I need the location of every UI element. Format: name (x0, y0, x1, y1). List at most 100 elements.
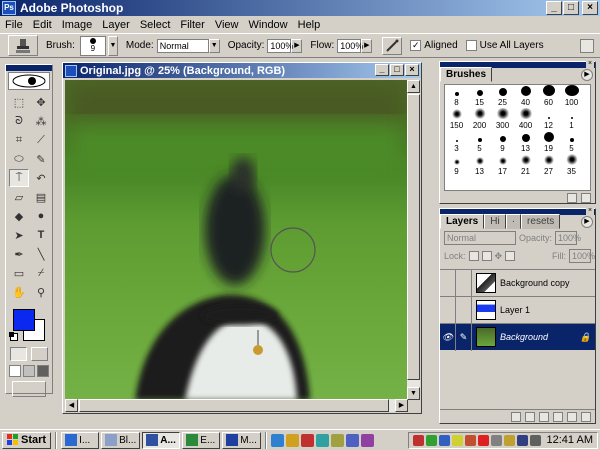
explorer-icon[interactable] (330, 433, 344, 447)
brush-preset[interactable]: 5 (468, 131, 491, 154)
airbrush-button[interactable] (382, 36, 403, 55)
menu-select[interactable]: Select (135, 19, 176, 31)
menu-help[interactable]: Help (293, 19, 326, 31)
desktop-icon[interactable] (315, 433, 329, 447)
lock-position-icon[interactable]: ✥ (495, 251, 503, 262)
brush-preset[interactable]: 9 (491, 131, 514, 154)
layers-panel-menu-button[interactable]: ▶ (581, 216, 593, 228)
brush-preset[interactable]: 13 (468, 154, 491, 177)
horizontal-scrollbar[interactable]: ◀ ▶ (65, 399, 408, 412)
layer-row[interactable]: 👁 ✎ Background 🔒 (440, 323, 595, 351)
task-button[interactable]: E... (182, 431, 221, 449)
brush-preset[interactable]: 21 (514, 154, 537, 177)
slice-tool-icon[interactable]: ⟋ (31, 131, 51, 149)
tab-tool-presets[interactable]: resets (521, 214, 561, 229)
mode-dropdown-button[interactable]: ▼ (208, 38, 220, 53)
tray-icon[interactable] (516, 434, 528, 446)
menu-window[interactable]: Window (244, 19, 293, 31)
tray-icon[interactable] (412, 434, 424, 446)
media-icon[interactable] (300, 433, 314, 447)
tab-history[interactable]: Hi (484, 214, 506, 229)
use-all-layers-checkbox[interactable] (465, 40, 477, 51)
brush-preset[interactable]: 300 (491, 108, 514, 131)
layer-row[interactable]: Background copy (440, 269, 595, 297)
move-tool-icon[interactable]: ✥ (31, 93, 51, 111)
brush-preset-preview[interactable]: 9 (79, 35, 106, 56)
music-icon[interactable] (360, 433, 374, 447)
gradient-tool-icon[interactable]: ▤ (31, 188, 51, 206)
menu-layer[interactable]: Layer (97, 19, 135, 31)
screen-mode-full-icon[interactable] (37, 365, 49, 377)
brush-preset[interactable]: 60 (537, 85, 560, 108)
eraser-tool-icon[interactable]: ▱ (9, 188, 29, 206)
tray-icon[interactable] (438, 434, 450, 446)
adobe-online-button[interactable] (8, 72, 50, 90)
maximize-button[interactable]: □ (563, 1, 579, 15)
minimize-button[interactable]: _ (546, 1, 562, 15)
lasso-tool-icon[interactable]: ᘐ (9, 112, 29, 130)
adjustment-layer-button[interactable] (553, 411, 563, 422)
opacity-input[interactable]: 100% (267, 38, 293, 53)
tray-icon[interactable] (477, 434, 489, 446)
brush-preset[interactable]: 3 (445, 131, 468, 154)
tray-icon[interactable] (503, 434, 515, 446)
horizontal-scroll-thumb[interactable] (79, 399, 389, 412)
brush-preset[interactable]: 12 (537, 108, 560, 131)
menu-view[interactable]: View (210, 19, 244, 31)
mail-icon[interactable] (285, 433, 299, 447)
delete-brush-button[interactable] (581, 193, 591, 203)
flow-input[interactable]: 100% (337, 38, 363, 53)
mode-select[interactable]: Normal (156, 38, 209, 53)
brush-preset[interactable]: 13 (514, 131, 537, 154)
tab-brushes[interactable]: Brushes (440, 67, 493, 82)
screen-mode-full-menu-icon[interactable] (23, 365, 35, 377)
document-title-bar[interactable]: Original.jpg @ 25% (Background, RGB) _ □… (63, 63, 421, 78)
brush-preset-list[interactable]: 8 15 25 40 60 100 150 200 300 400 12 1 3 5 9 13 19 5 9 13 17… (444, 84, 591, 191)
tab-actions[interactable]: · (505, 214, 522, 229)
magic-wand-tool-icon[interactable]: ⁂ (31, 112, 51, 130)
brush-preset[interactable]: 27 (537, 154, 560, 177)
standard-mode-button[interactable] (10, 347, 27, 361)
layer-style-button[interactable] (511, 411, 521, 422)
delete-layer-button[interactable] (581, 411, 591, 422)
hand-tool-icon[interactable]: ✋ (9, 283, 29, 301)
new-layer-button[interactable] (567, 411, 577, 422)
opacity-slider-button[interactable]: ▶ (291, 38, 303, 53)
layer-visibility-toggle[interactable] (440, 296, 456, 324)
clock[interactable]: 12:41 AM (547, 434, 593, 446)
task-button[interactable]: I... (61, 431, 100, 449)
notes-tool-icon[interactable]: ▭ (9, 264, 29, 282)
jump-to-imageready-button[interactable] (12, 381, 46, 397)
brush-tool-icon[interactable]: ✎ (31, 150, 51, 168)
globe-icon[interactable] (270, 433, 284, 447)
line-tool-icon[interactable]: ╲ (31, 245, 51, 263)
brush-preset[interactable]: 19 (537, 131, 560, 154)
scroll-up-button[interactable]: ▲ (407, 80, 420, 93)
scroll-left-button[interactable]: ◀ (65, 399, 78, 412)
quick-mask-mode-button[interactable] (31, 347, 48, 361)
task-button[interactable]: Bl... (101, 431, 141, 449)
image-canvas[interactable] (65, 80, 408, 400)
tray-icon[interactable] (490, 434, 502, 446)
scroll-right-button[interactable]: ▶ (395, 399, 408, 412)
brushes-panel-menu-button[interactable]: ▶ (581, 69, 593, 81)
toolbox-grip[interactable] (6, 65, 52, 71)
palette-well-icon[interactable] (580, 38, 594, 53)
brush-preset[interactable]: 200 (468, 108, 491, 131)
lock-transparency-icon[interactable] (468, 251, 479, 261)
scroll-down-button[interactable]: ▼ (407, 387, 420, 400)
brush-preset[interactable]: 150 (445, 108, 468, 131)
layer-opacity-input[interactable]: 100% (555, 231, 581, 245)
lock-image-icon[interactable] (481, 251, 492, 261)
doc-minimize-button[interactable]: _ (375, 64, 389, 76)
paintbrush-icon[interactable]: ✎ (456, 323, 472, 351)
foreground-color-swatch[interactable] (13, 309, 35, 331)
layer-link-toggle[interactable] (456, 269, 472, 297)
doc-maximize-button[interactable]: □ (390, 64, 404, 76)
close-button[interactable]: × (582, 1, 598, 15)
brush-preset[interactable]: 1 (560, 108, 583, 131)
panel-close-icon[interactable]: × (586, 60, 594, 68)
tool-preset-picker[interactable] (8, 35, 38, 56)
brush-preset[interactable]: 25 (491, 85, 514, 108)
brush-dropdown-button[interactable]: ▼ (107, 35, 118, 56)
